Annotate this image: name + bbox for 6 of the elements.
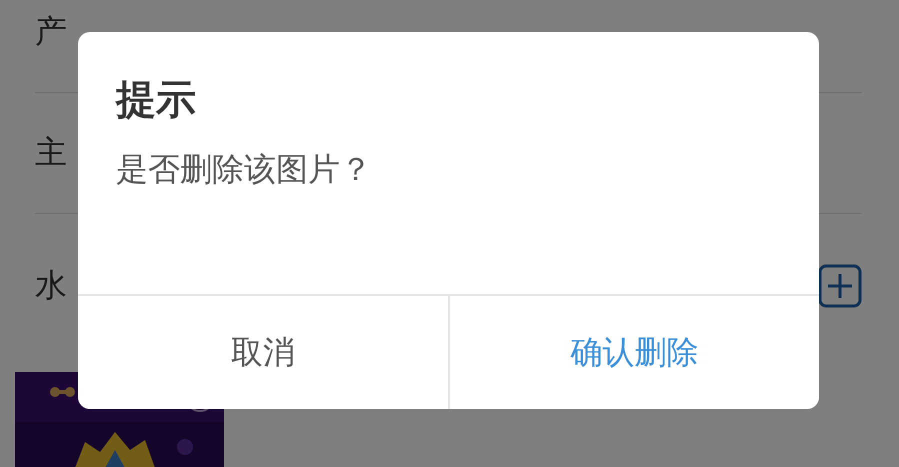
field-label: 水 (35, 265, 67, 306)
add-icon[interactable] (818, 264, 862, 308)
field-label: 主 (35, 132, 67, 173)
dialog-title: 提示 (116, 78, 197, 122)
dialog-message: 是否删除该图片？ (116, 150, 373, 188)
field-label: 产 (35, 11, 67, 52)
